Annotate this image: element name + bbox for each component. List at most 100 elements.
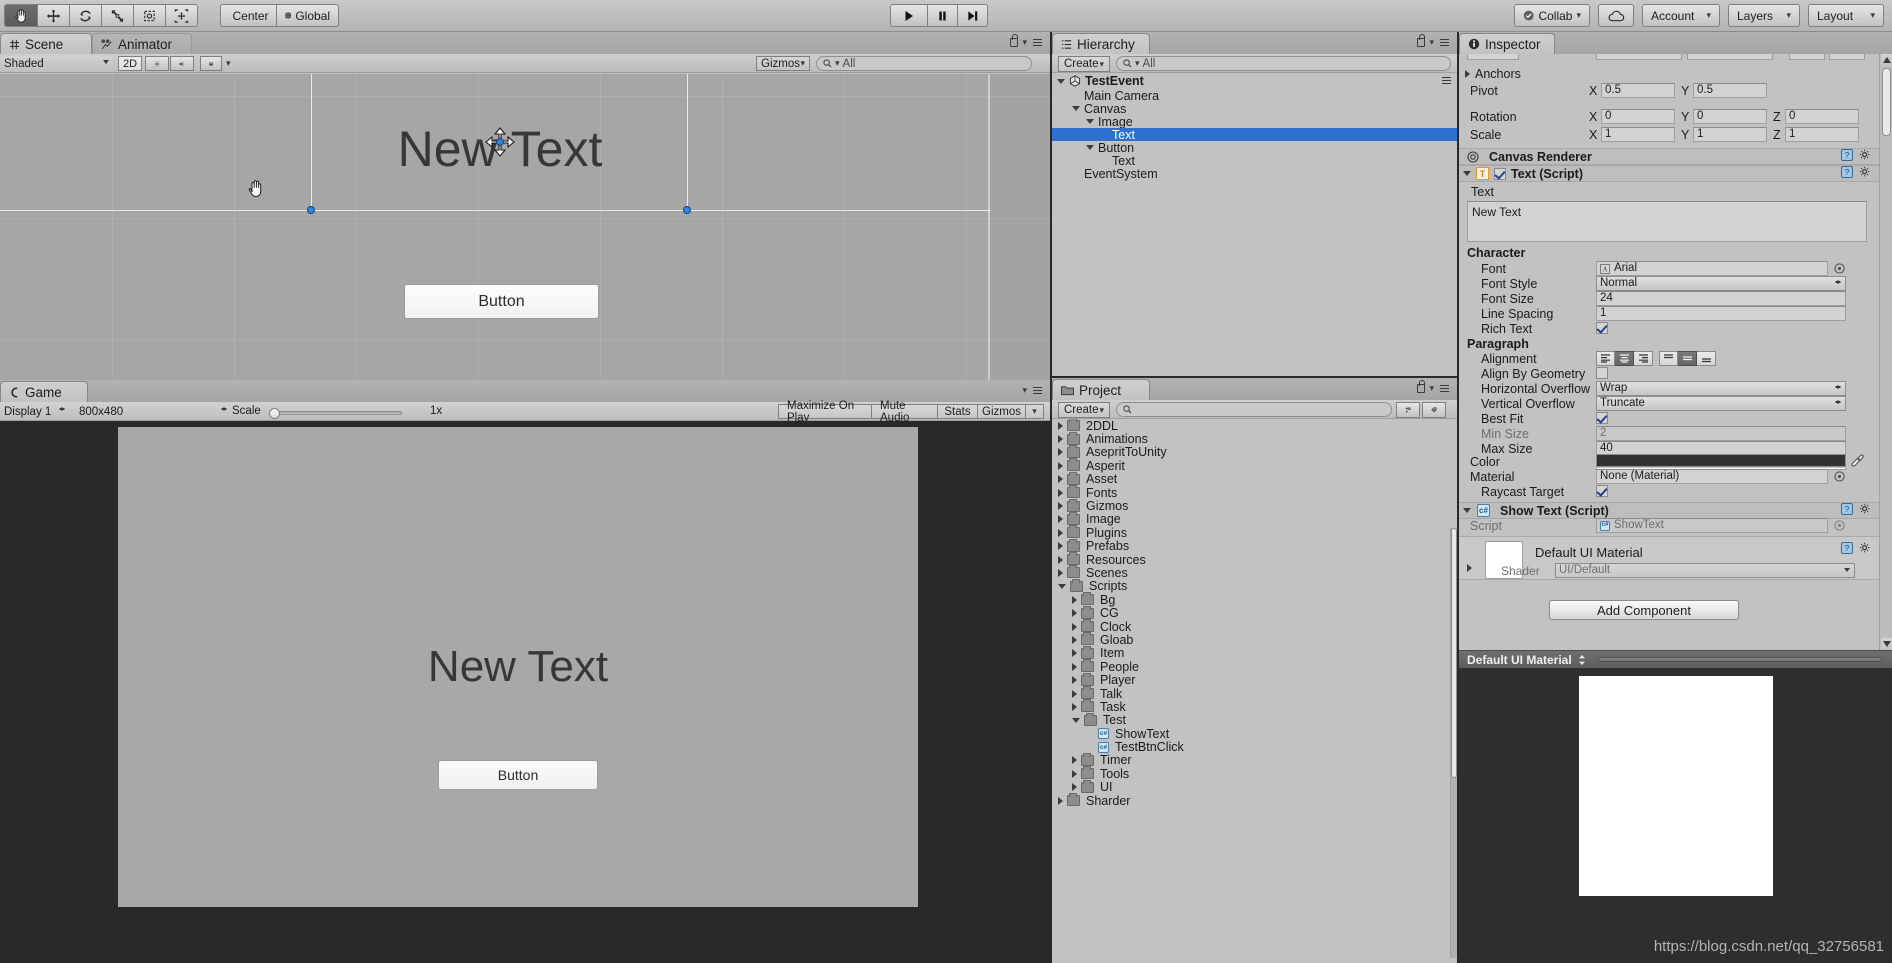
- chevron-down-icon[interactable]: [1463, 508, 1471, 513]
- show-text-settings-icon[interactable]: [1859, 503, 1871, 518]
- font-size-input[interactable]: 24: [1596, 291, 1846, 306]
- chevron-right-icon[interactable]: [1058, 421, 1063, 430]
- project-item-player[interactable]: Player: [1052, 672, 1457, 687]
- chevron-right-icon[interactable]: [1467, 564, 1472, 572]
- project-search-input[interactable]: [1116, 402, 1392, 417]
- transform-tool[interactable]: [166, 4, 198, 27]
- chevron-right-icon[interactable]: [1072, 622, 1077, 631]
- project-item-fonts[interactable]: Fonts: [1052, 485, 1457, 500]
- show-text-component-header[interactable]: c# Show Text (Script) ?: [1459, 502, 1879, 519]
- chevron-right-icon[interactable]: [1072, 783, 1077, 792]
- scale-slider-thumb[interactable]: [269, 408, 280, 419]
- scale-y-input[interactable]: 1: [1693, 127, 1767, 142]
- scroll-down-arrow-icon[interactable]: [1881, 638, 1892, 650]
- project-filter-type-button[interactable]: [1396, 402, 1420, 418]
- collab-button[interactable]: Collab ▾: [1514, 4, 1590, 27]
- project-item-scenes[interactable]: Scenes: [1052, 565, 1457, 580]
- project-item-bg[interactable]: Bg: [1052, 592, 1457, 607]
- resolution-dropdown[interactable]: 800x480: [76, 404, 231, 420]
- rich-text-checkbox[interactable]: [1596, 322, 1608, 334]
- hierarchy-item-button[interactable]: Button: [1052, 141, 1457, 155]
- vertical-overflow-dropdown[interactable]: Truncate: [1596, 396, 1846, 411]
- game-viewport[interactable]: New Text Button: [0, 421, 1050, 963]
- horizontal-overflow-dropdown[interactable]: Wrap: [1596, 381, 1846, 396]
- material-object-field[interactable]: None (Material): [1596, 469, 1828, 484]
- chevron-down-icon[interactable]: [1058, 583, 1066, 589]
- chevron-down-icon[interactable]: [1057, 78, 1065, 84]
- chevron-right-icon[interactable]: [1058, 461, 1063, 470]
- panel-menu-icon[interactable]: [1438, 384, 1449, 393]
- stats-button[interactable]: Stats: [938, 404, 978, 419]
- show-text-help-icon[interactable]: ?: [1841, 503, 1853, 518]
- chevron-right-icon[interactable]: [1058, 542, 1063, 551]
- panel-menu-icon[interactable]: [1438, 38, 1449, 47]
- audio-toggle-button[interactable]: [170, 56, 194, 71]
- hierarchy-item-eventsystem[interactable]: EventSystem: [1052, 167, 1457, 181]
- line-spacing-input[interactable]: 1: [1596, 306, 1846, 321]
- scene-gizmos-button[interactable]: Gizmos ▾: [756, 56, 810, 71]
- chevron-right-icon[interactable]: [1058, 502, 1063, 511]
- canvas-renderer-help-icon[interactable]: ?: [1841, 149, 1853, 164]
- project-item-people[interactable]: People: [1052, 659, 1457, 674]
- project-item-2ddl[interactable]: 2DDL: [1052, 419, 1457, 433]
- project-item-cg[interactable]: CG: [1052, 605, 1457, 620]
- rect-tool[interactable]: [134, 4, 166, 27]
- align-bottom-button[interactable]: [1697, 351, 1716, 366]
- hierarchy-item-text[interactable]: Text: [1052, 128, 1457, 142]
- play-button[interactable]: [890, 4, 928, 27]
- project-item-scripts[interactable]: Scripts: [1052, 578, 1457, 593]
- game-gizmos-dropdown[interactable]: ▾: [1026, 404, 1044, 419]
- pivot-rotation-button[interactable]: Global: [277, 4, 339, 27]
- chevron-right-icon[interactable]: [1058, 515, 1063, 524]
- tab-project[interactable]: Project: [1052, 379, 1150, 400]
- chevron-down-icon[interactable]: [1072, 106, 1080, 111]
- inspector-scrollbar[interactable]: [1879, 54, 1892, 650]
- display-dropdown[interactable]: Display 1: [1, 404, 69, 420]
- anchors-foldout[interactable]: Anchors: [1465, 67, 1521, 81]
- layout-button[interactable]: Layout ▾: [1808, 4, 1884, 27]
- rotation-x-input[interactable]: 0: [1601, 109, 1675, 124]
- chevron-right-icon[interactable]: [1072, 609, 1077, 618]
- project-item-talk[interactable]: Talk: [1052, 686, 1457, 701]
- project-item-asperit[interactable]: Asperit: [1052, 458, 1457, 473]
- pivot-mode-button[interactable]: Center: [220, 4, 277, 27]
- project-item-task[interactable]: Task: [1052, 699, 1457, 714]
- project-scroll-thumb[interactable]: [1451, 528, 1457, 778]
- panel-menu-icon[interactable]: [1031, 386, 1042, 395]
- project-create-button[interactable]: Create ▾: [1058, 402, 1110, 418]
- project-item-prefabs[interactable]: Prefabs: [1052, 538, 1457, 553]
- font-object-field[interactable]: A Arial: [1596, 261, 1828, 276]
- pivot-y-input[interactable]: 0.5: [1693, 83, 1767, 98]
- move-gizmo[interactable]: [480, 122, 520, 162]
- panel-menu-icon[interactable]: [1031, 38, 1042, 47]
- script-picker-icon[interactable]: [1834, 519, 1845, 534]
- material-picker-icon[interactable]: [1834, 470, 1845, 485]
- scale-slider[interactable]: [269, 408, 402, 419]
- 2d-toggle-button[interactable]: 2D: [118, 56, 142, 71]
- project-item-sharder[interactable]: Sharder: [1052, 793, 1457, 808]
- project-item-aseprittounity[interactable]: AsepritToUnity: [1052, 444, 1457, 459]
- chevron-right-icon[interactable]: [1058, 448, 1063, 457]
- text-component-help-icon[interactable]: ?: [1841, 166, 1853, 181]
- chevron-right-icon[interactable]: [1058, 528, 1063, 537]
- rotation-y-input[interactable]: 0: [1693, 109, 1767, 124]
- project-item-gloab[interactable]: Gloab: [1052, 632, 1457, 647]
- align-right-button[interactable]: [1634, 351, 1653, 366]
- scale-tool[interactable]: [102, 4, 134, 27]
- chevron-right-icon[interactable]: [1072, 756, 1077, 765]
- chevron-right-icon[interactable]: [1072, 662, 1077, 671]
- align-by-geometry-checkbox[interactable]: [1596, 367, 1608, 379]
- chevron-right-icon[interactable]: [1072, 595, 1077, 604]
- color-swatch[interactable]: [1596, 454, 1846, 467]
- project-item-showtext[interactable]: c# ShowText: [1052, 727, 1457, 741]
- align-left-button[interactable]: [1596, 351, 1615, 366]
- scene-viewport[interactable]: New Text Button: [0, 74, 1050, 380]
- pivot-x-input[interactable]: 0.5: [1601, 83, 1675, 98]
- hierarchy-create-button[interactable]: Create ▾: [1058, 56, 1110, 72]
- rect-handle-right[interactable]: [683, 206, 691, 214]
- hierarchy-tree[interactable]: TestEvent Main Camera Canvas Image Text Butt…: [1052, 73, 1457, 376]
- chevron-right-icon[interactable]: [1072, 676, 1077, 685]
- scale-x-input[interactable]: 1: [1601, 127, 1675, 142]
- tab-animator[interactable]: Animator: [92, 33, 192, 54]
- project-item-tools[interactable]: Tools: [1052, 766, 1457, 781]
